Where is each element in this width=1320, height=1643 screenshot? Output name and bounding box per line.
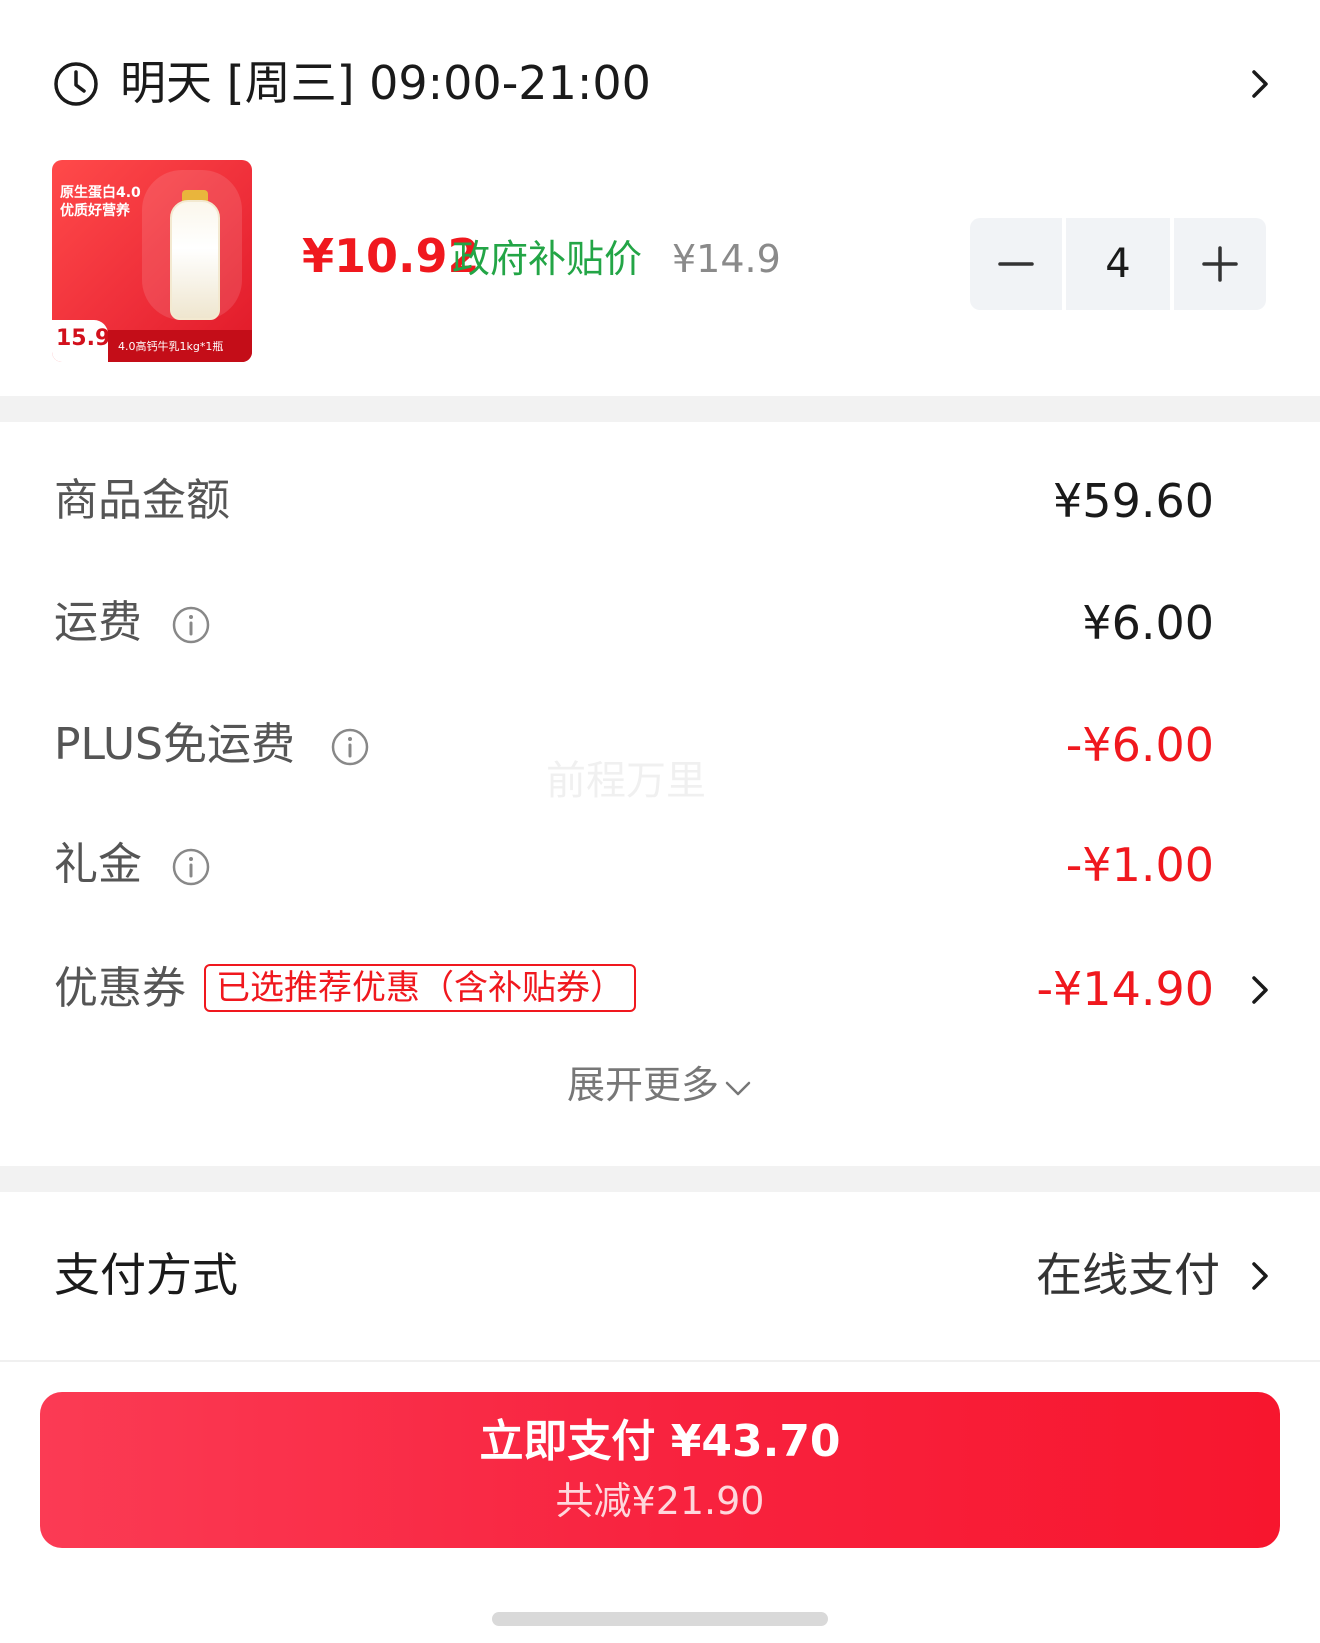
quantity-stepper: 4 [970, 218, 1266, 310]
delivery-time-text: 明天 [周三] 09:00-21:00 [120, 56, 651, 110]
thumb-price: 15.9 [56, 326, 111, 351]
section-divider [0, 1166, 1320, 1192]
clock-icon [54, 62, 98, 106]
summary-label: 礼金 [54, 839, 142, 890]
plus-icon [1202, 246, 1238, 282]
increment-button[interactable] [1174, 218, 1266, 310]
thumb-caption: 4.0高钙牛乳1kg*1瓶 [118, 340, 224, 353]
minus-icon [998, 262, 1034, 266]
chevron-right-icon[interactable] [1248, 68, 1272, 100]
original-price: ¥14.9 [672, 237, 781, 281]
coupon-selected-tag: 已选推荐优惠（含补贴券） [204, 964, 636, 1012]
summary-row-coupon[interactable]: 优惠券 已选推荐优惠（含补贴券） -¥14.90 [0, 954, 1320, 1024]
info-icon[interactable] [171, 847, 211, 887]
summary-row-goods-amount: 商品金额 ¥59.60 [0, 466, 1320, 536]
section-divider [0, 396, 1320, 422]
pay-now-label: 立即支付 ¥43.70 [479, 1416, 841, 1467]
chevron-down-icon [725, 1081, 751, 1095]
info-icon[interactable] [330, 727, 370, 767]
expand-more-button[interactable]: 展开更多 [0, 1060, 1320, 1110]
expand-more-label: 展开更多 [566, 1063, 719, 1107]
milk-bottle-image [170, 200, 220, 320]
summary-label: 优惠券 [54, 963, 186, 1014]
info-icon[interactable] [171, 605, 211, 645]
summary-label: 运费 [54, 597, 142, 648]
summary-value: -¥1.00 [1065, 838, 1214, 892]
payment-method-value: 在线支付 [1036, 1248, 1220, 1302]
pay-now-button[interactable]: 立即支付 ¥43.70 共减¥21.90 [40, 1392, 1280, 1548]
thumb-headline: 原生蛋白4.0 优质好营养 [60, 185, 141, 219]
decrement-button[interactable] [970, 218, 1062, 310]
summary-value: -¥6.00 [1065, 718, 1214, 772]
payment-method-row[interactable]: 支付方式 在线支付 [0, 1240, 1320, 1310]
summary-row-gift-money: 礼金 -¥1.00 [0, 830, 1320, 900]
watermark: 前程万里 [546, 758, 706, 804]
summary-label: 商品金额 [54, 475, 230, 526]
subsidy-label: 政府补贴价 [452, 237, 643, 281]
total-discount-label: 共减¥21.90 [555, 1479, 765, 1523]
summary-value: -¥14.90 [1036, 962, 1214, 1016]
chevron-right-icon[interactable] [1248, 1260, 1272, 1292]
payment-method-label: 支付方式 [54, 1248, 238, 1302]
home-indicator[interactable] [492, 1612, 828, 1626]
summary-value: ¥59.60 [1053, 474, 1214, 528]
summary-value: ¥6.00 [1082, 596, 1214, 650]
delivery-time-row[interactable]: 明天 [周三] 09:00-21:00 [0, 0, 1320, 160]
product-row: 原生蛋白4.0 优质好营养 15.9 4.0高钙牛乳1kg*1瓶 ¥10.92 … [0, 160, 1320, 396]
quantity-value[interactable]: 4 [1066, 218, 1170, 310]
chevron-right-icon[interactable] [1248, 974, 1272, 1006]
product-thumbnail[interactable]: 原生蛋白4.0 优质好营养 15.9 4.0高钙牛乳1kg*1瓶 [52, 160, 252, 362]
summary-label: PLUS免运费 [54, 719, 295, 770]
summary-row-shipping: 运费 ¥6.00 [0, 588, 1320, 658]
bottom-bar: 立即支付 ¥43.70 共减¥21.90 [0, 1360, 1320, 1643]
